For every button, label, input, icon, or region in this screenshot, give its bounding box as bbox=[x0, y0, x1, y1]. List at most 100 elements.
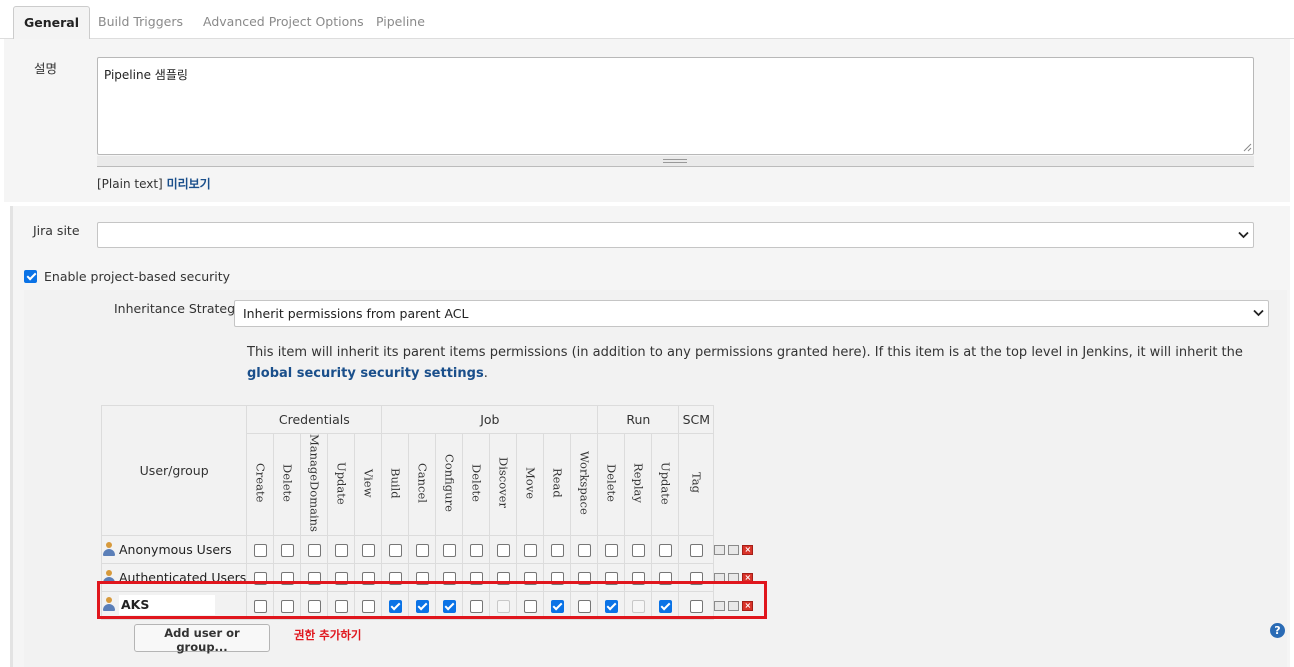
permission-checkbox[interactable] bbox=[689, 571, 703, 585]
permission-checkbox[interactable] bbox=[280, 599, 294, 613]
permission-cell bbox=[246, 562, 275, 592]
permission-checkbox[interactable] bbox=[631, 543, 645, 557]
permission-checkbox[interactable] bbox=[442, 543, 456, 557]
permission-checkbox[interactable] bbox=[361, 571, 375, 585]
inheritance-strategy-label: Inheritance Strategy bbox=[114, 301, 243, 316]
permission-cell bbox=[354, 590, 383, 620]
permission-checkbox[interactable] bbox=[604, 543, 618, 557]
permission-checkbox[interactable] bbox=[631, 571, 645, 585]
permission-cell bbox=[597, 534, 626, 564]
preview-line: [Plain text] 미리보기 bbox=[97, 175, 211, 192]
permission-checkbox[interactable] bbox=[523, 543, 537, 557]
permission-checkbox[interactable] bbox=[280, 543, 294, 557]
permission-checkbox[interactable] bbox=[334, 571, 348, 585]
permission-cell bbox=[570, 590, 599, 620]
permission-checkbox[interactable] bbox=[577, 543, 591, 557]
permission-header: Create bbox=[246, 433, 275, 536]
resize-grip-icon[interactable] bbox=[1243, 143, 1252, 152]
permission-header: ManageDomains bbox=[300, 433, 329, 536]
permission-checkbox[interactable] bbox=[523, 571, 537, 585]
permission-header: Configure bbox=[435, 433, 464, 536]
permission-checkbox[interactable] bbox=[577, 571, 591, 585]
global-security-link[interactable]: global security security settings bbox=[247, 366, 484, 381]
permission-header: Replay bbox=[624, 433, 653, 536]
permission-checkbox[interactable] bbox=[253, 599, 267, 613]
permission-checkbox[interactable] bbox=[415, 543, 429, 557]
preview-link[interactable]: 미리보기 bbox=[167, 177, 211, 191]
info-text: This item will inherit its parent items … bbox=[247, 345, 1243, 360]
permission-checkbox[interactable] bbox=[307, 543, 321, 557]
permission-checkbox[interactable] bbox=[415, 599, 429, 613]
permission-checkbox[interactable] bbox=[550, 571, 564, 585]
annotation-text: 권한 추가하기 bbox=[294, 628, 362, 642]
permission-checkbox[interactable] bbox=[334, 543, 348, 557]
help-icon[interactable]: ? bbox=[1270, 623, 1285, 638]
toggle-all-icon[interactable] bbox=[714, 573, 726, 584]
permission-checkbox[interactable] bbox=[658, 599, 672, 613]
permission-cell bbox=[678, 562, 715, 592]
toggle-all-icon[interactable] bbox=[714, 545, 726, 556]
permission-checkbox[interactable] bbox=[604, 571, 618, 585]
tab-advanced-project-options[interactable]: Advanced Project Options bbox=[193, 6, 374, 39]
add-user-or-group-button[interactable]: Add user or group... bbox=[134, 624, 270, 654]
description-label: 설명 bbox=[34, 61, 58, 76]
toggle-all-icon[interactable] bbox=[714, 601, 726, 612]
permission-checkbox[interactable] bbox=[415, 571, 429, 585]
permission-cell bbox=[327, 590, 356, 620]
permission-label: Update bbox=[658, 461, 673, 505]
inheritance-strategy-select[interactable]: Inherit permissions from parent ACL bbox=[234, 300, 1269, 327]
permission-checkbox[interactable] bbox=[658, 571, 672, 585]
permission-checkbox[interactable] bbox=[496, 571, 510, 585]
enable-security-checkbox[interactable] bbox=[24, 269, 37, 283]
matrix-body: Anonymous Users × Authenticated Users × AKS × bbox=[100, 534, 757, 620]
copy-icon[interactable] bbox=[728, 545, 740, 556]
permission-cell bbox=[624, 562, 653, 592]
permission-checkbox[interactable] bbox=[361, 599, 375, 613]
permission-checkbox[interactable] bbox=[388, 543, 402, 557]
permission-checkbox[interactable] bbox=[280, 571, 294, 585]
tab-pipeline[interactable]: Pipeline bbox=[366, 6, 435, 39]
description-textarea[interactable]: Pipeline 샘플링 bbox=[97, 57, 1254, 155]
permission-checkbox[interactable] bbox=[577, 599, 591, 613]
tab-general[interactable]: General bbox=[13, 6, 90, 39]
permission-cell bbox=[408, 590, 437, 620]
copy-icon[interactable] bbox=[728, 601, 740, 612]
copy-icon[interactable] bbox=[728, 573, 740, 584]
permission-checkbox[interactable] bbox=[334, 599, 348, 613]
permission-checkbox[interactable] bbox=[689, 543, 703, 557]
permission-checkbox[interactable] bbox=[388, 571, 402, 585]
permission-label: Configure bbox=[442, 454, 457, 512]
permission-checkbox[interactable] bbox=[307, 599, 321, 613]
permission-checkbox[interactable] bbox=[388, 599, 402, 613]
delete-icon[interactable]: × bbox=[742, 573, 754, 584]
permission-checkbox[interactable] bbox=[253, 543, 267, 557]
permission-cell bbox=[489, 534, 518, 564]
permission-checkbox[interactable] bbox=[442, 599, 456, 613]
permission-checkbox[interactable] bbox=[469, 571, 483, 585]
permission-checkbox[interactable] bbox=[550, 599, 564, 613]
permission-checkbox[interactable] bbox=[469, 543, 483, 557]
permission-checkbox[interactable] bbox=[253, 571, 267, 585]
permission-cell bbox=[597, 562, 626, 592]
permission-checkbox[interactable] bbox=[550, 543, 564, 557]
permission-cell bbox=[327, 562, 356, 592]
permission-checkbox[interactable] bbox=[469, 599, 483, 613]
permission-checkbox[interactable] bbox=[442, 571, 456, 585]
jira-site-select[interactable] bbox=[97, 222, 1254, 248]
tab-bar: General Build Triggers Advanced Project … bbox=[0, 0, 1294, 39]
permission-checkbox bbox=[496, 599, 510, 613]
permission-checkbox[interactable] bbox=[523, 599, 537, 613]
user-cell: Anonymous Users bbox=[100, 534, 248, 564]
permission-checkbox[interactable] bbox=[604, 599, 618, 613]
tab-build-triggers[interactable]: Build Triggers bbox=[88, 6, 193, 39]
permission-checkbox[interactable] bbox=[496, 543, 510, 557]
permission-checkbox[interactable] bbox=[658, 543, 672, 557]
permission-checkbox[interactable] bbox=[307, 571, 321, 585]
user-name: Authenticated Users bbox=[119, 569, 247, 585]
permission-checkbox bbox=[631, 599, 645, 613]
permission-checkbox[interactable] bbox=[689, 599, 703, 613]
delete-icon[interactable]: × bbox=[742, 601, 754, 612]
delete-icon[interactable]: × bbox=[742, 545, 754, 556]
permission-checkbox[interactable] bbox=[361, 543, 375, 557]
textarea-resize-handle[interactable] bbox=[97, 156, 1254, 167]
